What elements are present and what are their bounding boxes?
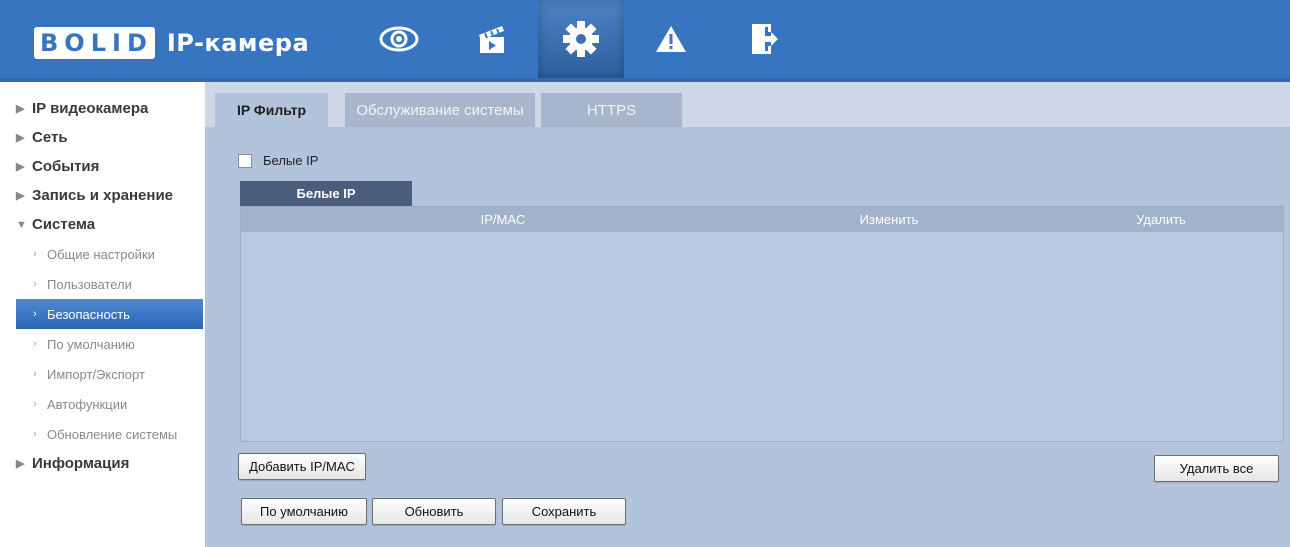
- sidebar-item-label: Автофункции: [47, 396, 128, 412]
- logo-letter: B: [40, 29, 61, 57]
- column-header-delete: Удалить: [1136, 212, 1186, 227]
- main-panel: IP Фильтр Обслуживание системы HTTPS Бел…: [205, 82, 1290, 547]
- tab-maintenance[interactable]: Обслуживание системы: [345, 93, 535, 127]
- nav-live-view[interactable]: [352, 0, 445, 78]
- main-nav: [352, 0, 810, 78]
- column-header-ip-mac: IP/MAC: [480, 212, 526, 227]
- sidebar-group-label: События: [32, 158, 100, 175]
- ip-table: IP/MAC Изменить Удалить: [240, 206, 1284, 442]
- logout-icon: [751, 24, 778, 54]
- logo-letter: O: [64, 29, 87, 57]
- save-button[interactable]: Сохранить: [502, 498, 626, 525]
- sidebar: ▶ IP видеокамера ▶ Сеть ▶ События ▶ Запи…: [0, 82, 205, 547]
- logo-letter: D: [126, 29, 149, 57]
- sidebar-group-label: Система: [32, 216, 96, 233]
- add-ip-mac-button[interactable]: Добавить IP/MAC: [238, 453, 366, 480]
- chevron-right-icon: ›: [33, 428, 37, 440]
- nav-playback[interactable]: [445, 0, 538, 78]
- collapsed-arrow-icon: ▶: [16, 132, 25, 144]
- sidebar-item-auto[interactable]: › Автофункции: [0, 389, 205, 419]
- nav-settings[interactable]: [538, 0, 624, 78]
- collapsed-arrow-icon: ▶: [16, 190, 25, 202]
- sidebar-group-camera[interactable]: ▶ IP видеокамера: [0, 94, 205, 123]
- sidebar-item-upgrade[interactable]: › Обновление системы: [0, 419, 205, 449]
- sidebar-group-system[interactable]: ▼ Система: [0, 210, 205, 239]
- whitelist-checkbox-label: Белые IP: [263, 153, 319, 168]
- sidebar-item-security[interactable]: › Безопасность: [16, 299, 203, 329]
- collapsed-arrow-icon: ▶: [16, 458, 25, 470]
- whitelist-checkbox[interactable]: [238, 153, 252, 168]
- sidebar-group-label: Сеть: [32, 129, 68, 146]
- sidebar-item-label: Общие настройки: [47, 246, 155, 262]
- collapsed-arrow-icon: ▶: [16, 103, 25, 115]
- sidebar-group-network[interactable]: ▶ Сеть: [0, 123, 205, 152]
- chevron-right-icon: ›: [33, 308, 37, 320]
- sidebar-item-general[interactable]: › Общие настройки: [0, 239, 205, 269]
- subtab-whitelist[interactable]: Белые IP: [240, 181, 412, 206]
- tab-bar: IP Фильтр Обслуживание системы HTTPS: [205, 82, 1290, 127]
- column-header-edit: Изменить: [859, 212, 919, 227]
- sidebar-group-events[interactable]: ▶ События: [0, 152, 205, 181]
- sidebar-item-default[interactable]: › По умолчанию: [0, 329, 205, 359]
- logo-letter: L: [90, 29, 108, 57]
- sidebar-group-info[interactable]: ▶ Информация: [0, 449, 205, 478]
- sidebar-item-label: Безопасность: [47, 306, 130, 322]
- sidebar-group-storage[interactable]: ▶ Запись и хранение: [0, 181, 205, 210]
- sidebar-item-import-export[interactable]: › Импорт/Экспорт: [0, 359, 205, 389]
- logo: B O L I D IP-камера: [34, 27, 309, 59]
- sidebar-item-label: Обновление системы: [47, 426, 178, 442]
- refresh-button[interactable]: Обновить: [372, 498, 496, 525]
- sidebar-group-label: Запись и хранение: [32, 187, 174, 204]
- expanded-arrow-icon: ▼: [16, 218, 27, 231]
- default-button[interactable]: По умолчанию: [241, 498, 367, 525]
- gear-icon: [563, 21, 599, 57]
- sidebar-item-users[interactable]: › Пользователи: [0, 269, 205, 299]
- chevron-right-icon: ›: [33, 248, 37, 260]
- collapsed-arrow-icon: ▶: [16, 161, 25, 173]
- chevron-right-icon: ›: [33, 278, 37, 290]
- sidebar-item-label: По умолчанию: [47, 336, 135, 352]
- brand-logo: B O L I D: [34, 27, 155, 59]
- chevron-right-icon: ›: [33, 398, 37, 410]
- product-name: IP-камера: [166, 29, 310, 57]
- nav-alarm[interactable]: [624, 0, 717, 78]
- sidebar-item-label: Пользователи: [47, 276, 132, 292]
- eye-icon: [379, 26, 418, 52]
- top-header: B O L I D IP-камера: [0, 0, 1290, 82]
- delete-all-button[interactable]: Удалить все: [1154, 455, 1279, 482]
- sidebar-item-label: Импорт/Экспорт: [47, 366, 145, 382]
- sidebar-group-label: Информация: [32, 455, 130, 472]
- whitelist-toggle-row: Белые IP: [238, 153, 318, 168]
- table-header: IP/MAC Изменить Удалить: [241, 207, 1283, 232]
- tab-https[interactable]: HTTPS: [541, 93, 682, 127]
- sidebar-group-label: IP видеокамера: [32, 100, 149, 117]
- clapperboard-icon: [478, 26, 504, 53]
- tab-ip-filter[interactable]: IP Фильтр: [215, 93, 328, 127]
- chevron-right-icon: ›: [33, 338, 37, 350]
- warning-icon: [655, 26, 686, 52]
- logo-letter: I: [112, 29, 123, 57]
- nav-logout[interactable]: [717, 0, 810, 78]
- chevron-right-icon: ›: [33, 368, 37, 380]
